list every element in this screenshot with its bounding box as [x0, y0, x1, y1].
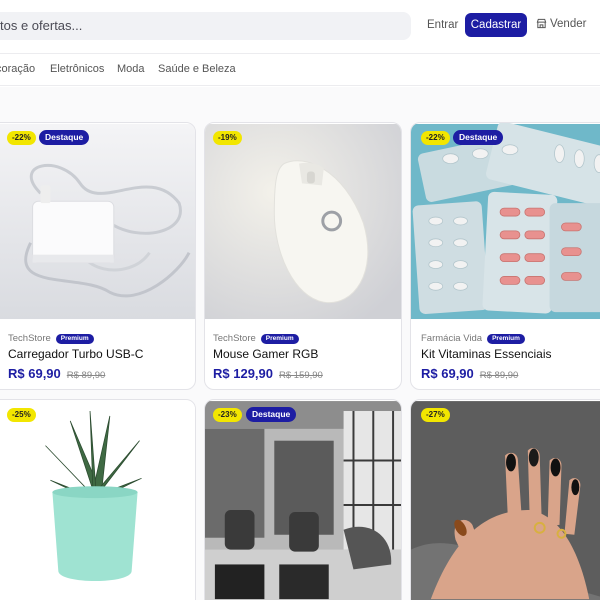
product-price: R$ 69,90 R$ 89,90: [421, 366, 518, 381]
store-name: TechStore Premium: [213, 333, 299, 344]
premium-badge: Premium: [55, 334, 94, 344]
store-label: Farmácia Vida: [421, 333, 483, 344]
current-price: R$ 129,90: [213, 366, 273, 381]
store-icon: [536, 18, 547, 29]
sell-label: Vender: [550, 18, 587, 30]
discount-badge: -27%: [421, 408, 450, 422]
old-price: R$ 89,90: [66, 370, 106, 381]
signup-button[interactable]: Cadastrar: [465, 13, 527, 37]
premium-badge: Premium: [487, 334, 525, 344]
search-placeholder: tos e ofertas...: [0, 18, 83, 33]
category-nav: coração Eletrônicos Moda Saúde e Beleza: [0, 54, 600, 86]
discount-badge: -23%: [213, 408, 242, 422]
mouse-image: [205, 123, 401, 320]
product-card[interactable]: -23% Destaque: [204, 399, 402, 600]
product-price: R$ 129,90 R$ 159,90: [213, 366, 323, 381]
store-name: TechStore Premium: [8, 333, 94, 344]
plant-image: [0, 401, 195, 600]
salon-image: [205, 401, 401, 600]
product-card[interactable]: -25%: [0, 399, 196, 600]
premium-badge: Premium: [260, 334, 299, 344]
pills-image: [411, 123, 600, 320]
category-saude-beleza[interactable]: Saúde e Beleza: [158, 63, 236, 75]
category-moda[interactable]: Moda: [117, 63, 145, 75]
product-card[interactable]: -22% Destaque Farmácia Vida Premium Kit V…: [410, 122, 600, 390]
current-price: R$ 69,90: [421, 366, 474, 381]
charger-image: [0, 123, 195, 320]
discount-badge: -25%: [7, 408, 36, 422]
old-price: R$ 89,90: [479, 370, 519, 381]
old-price: R$ 159,90: [279, 370, 323, 381]
product-name: Kit Vitaminas Essenciais: [421, 347, 552, 361]
category-decoracao[interactable]: coração: [0, 63, 35, 75]
nails-image: [411, 401, 600, 600]
store-label: TechStore: [213, 333, 256, 344]
product-name: Mouse Gamer RGB: [213, 347, 319, 361]
current-price: R$ 69,90: [8, 366, 61, 381]
sell-link[interactable]: Vender: [536, 18, 586, 30]
product-card[interactable]: -22% Destaque TechStore Premium Carregado…: [0, 122, 196, 390]
featured-badge: Destaque: [453, 130, 504, 145]
store-name: Farmácia Vida Premium: [421, 333, 525, 344]
product-name: Carregador Turbo USB-C: [8, 347, 144, 361]
category-eletronicos[interactable]: Eletrônicos: [50, 63, 104, 75]
product-card[interactable]: -27%: [410, 399, 600, 600]
product-card[interactable]: -19% TechStore Premium Mouse Gamer RGB R$…: [204, 122, 402, 390]
featured-badge: Destaque: [246, 407, 297, 422]
login-link[interactable]: Entrar: [427, 19, 458, 31]
product-price: R$ 69,90 R$ 89,90: [8, 366, 105, 381]
discount-badge: -19%: [213, 131, 242, 145]
top-header: tos e ofertas... Entrar Cadastrar Vender: [0, 0, 600, 54]
discount-badge: -22%: [7, 131, 36, 145]
discount-badge: -22%: [421, 131, 450, 145]
store-label: TechStore: [8, 333, 51, 344]
featured-badge: Destaque: [39, 130, 90, 145]
search-input[interactable]: tos e ofertas...: [0, 12, 411, 40]
